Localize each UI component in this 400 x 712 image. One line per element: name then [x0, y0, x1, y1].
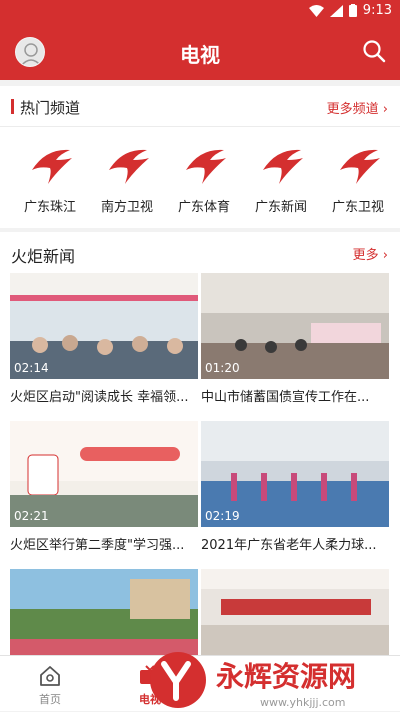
duration-label: 02:21 — [14, 509, 49, 523]
duration-label: 02:19 — [205, 509, 240, 523]
battery-icon — [348, 4, 357, 17]
hot-channels-header: 热门频道 更多频道 › — [0, 86, 400, 126]
gdtv-logo-icon — [263, 149, 303, 184]
channel-label: 南方卫视 — [100, 200, 153, 215]
channel-item[interactable]: 广东体育 — [168, 142, 240, 220]
more-news-link[interactable]: 更多 › — [353, 244, 388, 263]
channel-item[interactable]: 广东珠江 — [14, 142, 86, 220]
channel-label: 广东珠江 — [23, 200, 76, 215]
hot-channels-title: 热门频道 — [20, 99, 81, 117]
gdtv-logo-icon — [186, 149, 226, 184]
news-caption: 2021年广东省老年人柔力球... — [201, 538, 377, 553]
channel-label: 广东卫视 — [331, 200, 384, 215]
news-caption: 火炬区启动"阅读成长 幸福领... — [10, 390, 189, 405]
home-icon — [40, 666, 60, 686]
news-item[interactable]: 02:19 2021年广东省老年人柔力球... — [201, 421, 389, 559]
news-title: 火炬新闻 — [11, 247, 76, 266]
video-thumbnail — [10, 569, 198, 655]
news-caption: 中山市储蓄国债宣传工作在... — [201, 390, 370, 405]
news-item[interactable] — [10, 569, 198, 655]
gdtv-logo-icon — [109, 149, 149, 184]
svg-text:永辉资源网: 永辉资源网 — [216, 660, 356, 693]
svg-text:www.yhkjjj.com: www.yhkjjj.com — [260, 696, 346, 709]
tab-home[interactable]: 首页 — [0, 656, 100, 712]
duration-label: 02:14 — [14, 361, 49, 375]
divider — [0, 126, 400, 127]
news-header: 火炬新闻 更多 › — [0, 232, 400, 272]
status-bar: 9:13 — [0, 0, 400, 24]
news-item[interactable]: 02:21 火炬区举行第二季度"学习强... — [10, 421, 198, 559]
more-channels-link[interactable]: 更多频道 › — [327, 98, 388, 117]
video-thumbnail: 02:19 — [201, 421, 389, 527]
channel-list: 广东珠江 南方卫视 广东体育 广东新闻 广东卫视 — [0, 142, 400, 220]
section-marker — [11, 99, 14, 114]
search-icon[interactable] — [362, 39, 386, 63]
video-thumbnail: 01:20 — [201, 273, 389, 379]
gdtv-logo-icon — [32, 149, 72, 184]
channel-label: 广东新闻 — [254, 200, 307, 215]
video-thumbnail — [201, 569, 389, 655]
video-thumbnail: 02:21 — [10, 421, 198, 527]
app-bar: 电视 — [0, 24, 400, 80]
news-item[interactable]: 02:14 火炬区启动"阅读成长 幸福领... — [10, 273, 198, 411]
watermark-logo: 永辉资源网 www.yhkjjj.com — [150, 652, 356, 709]
signal-icon — [329, 4, 343, 17]
channel-label: 广东体育 — [177, 200, 230, 215]
duration-label: 01:20 — [205, 361, 240, 375]
news-item[interactable] — [201, 569, 389, 655]
video-thumbnail: 02:14 — [10, 273, 198, 379]
wifi-icon — [308, 4, 324, 17]
news-item[interactable]: 01:20 中山市储蓄国债宣传工作在... — [201, 273, 389, 411]
news-caption: 火炬区举行第二季度"学习强... — [10, 538, 185, 553]
channel-item[interactable]: 广东新闻 — [245, 142, 317, 220]
status-time: 9:13 — [362, 3, 392, 18]
gdtv-logo-icon — [340, 149, 380, 184]
channel-item[interactable]: 南方卫视 — [91, 142, 163, 220]
channel-item[interactable]: 广东卫视 — [322, 142, 394, 220]
page-title: 电视 — [180, 43, 220, 67]
tab-label: 首页 — [39, 693, 61, 706]
